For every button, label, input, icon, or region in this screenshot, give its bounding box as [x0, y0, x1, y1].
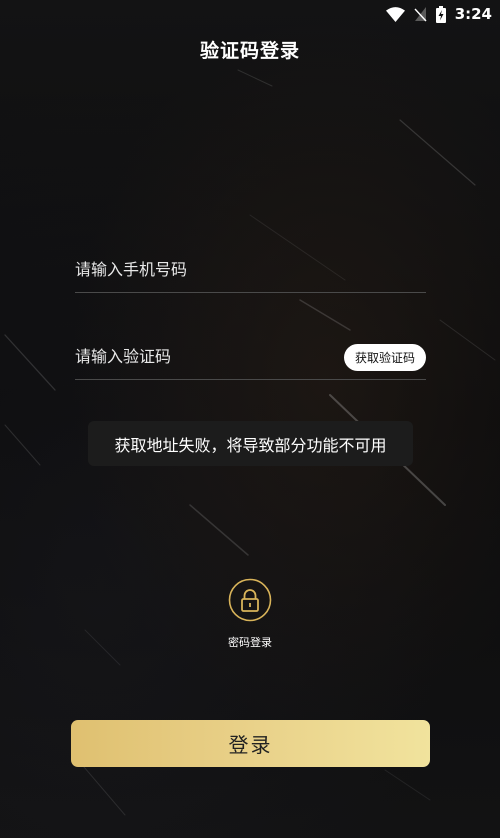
no-signal-icon: [414, 7, 427, 22]
toast-message: 获取地址失败，将导致部分功能不可用: [88, 421, 413, 466]
meteor-streaks: [4, 69, 496, 816]
wifi-icon: [385, 6, 405, 22]
get-code-button[interactable]: 获取验证码: [344, 344, 426, 371]
verification-code-input[interactable]: [75, 335, 325, 377]
status-bar: 3:24: [0, 0, 500, 28]
login-button[interactable]: 登录: [71, 720, 430, 767]
page-title: 验证码登录: [199, 40, 300, 62]
battery-charging-icon: [435, 5, 446, 23]
password-login-option[interactable]: 密码登录: [222, 578, 278, 658]
password-login-label[interactable]: 密码登录: [228, 634, 272, 650]
lock-icon[interactable]: [228, 578, 272, 622]
status-icons: 3:24: [385, 4, 492, 24]
verification-code-field: 获取验证码: [75, 335, 426, 380]
phone-input[interactable]: [75, 248, 325, 290]
status-time: 3:24: [454, 5, 492, 23]
phone-field: [75, 248, 426, 293]
